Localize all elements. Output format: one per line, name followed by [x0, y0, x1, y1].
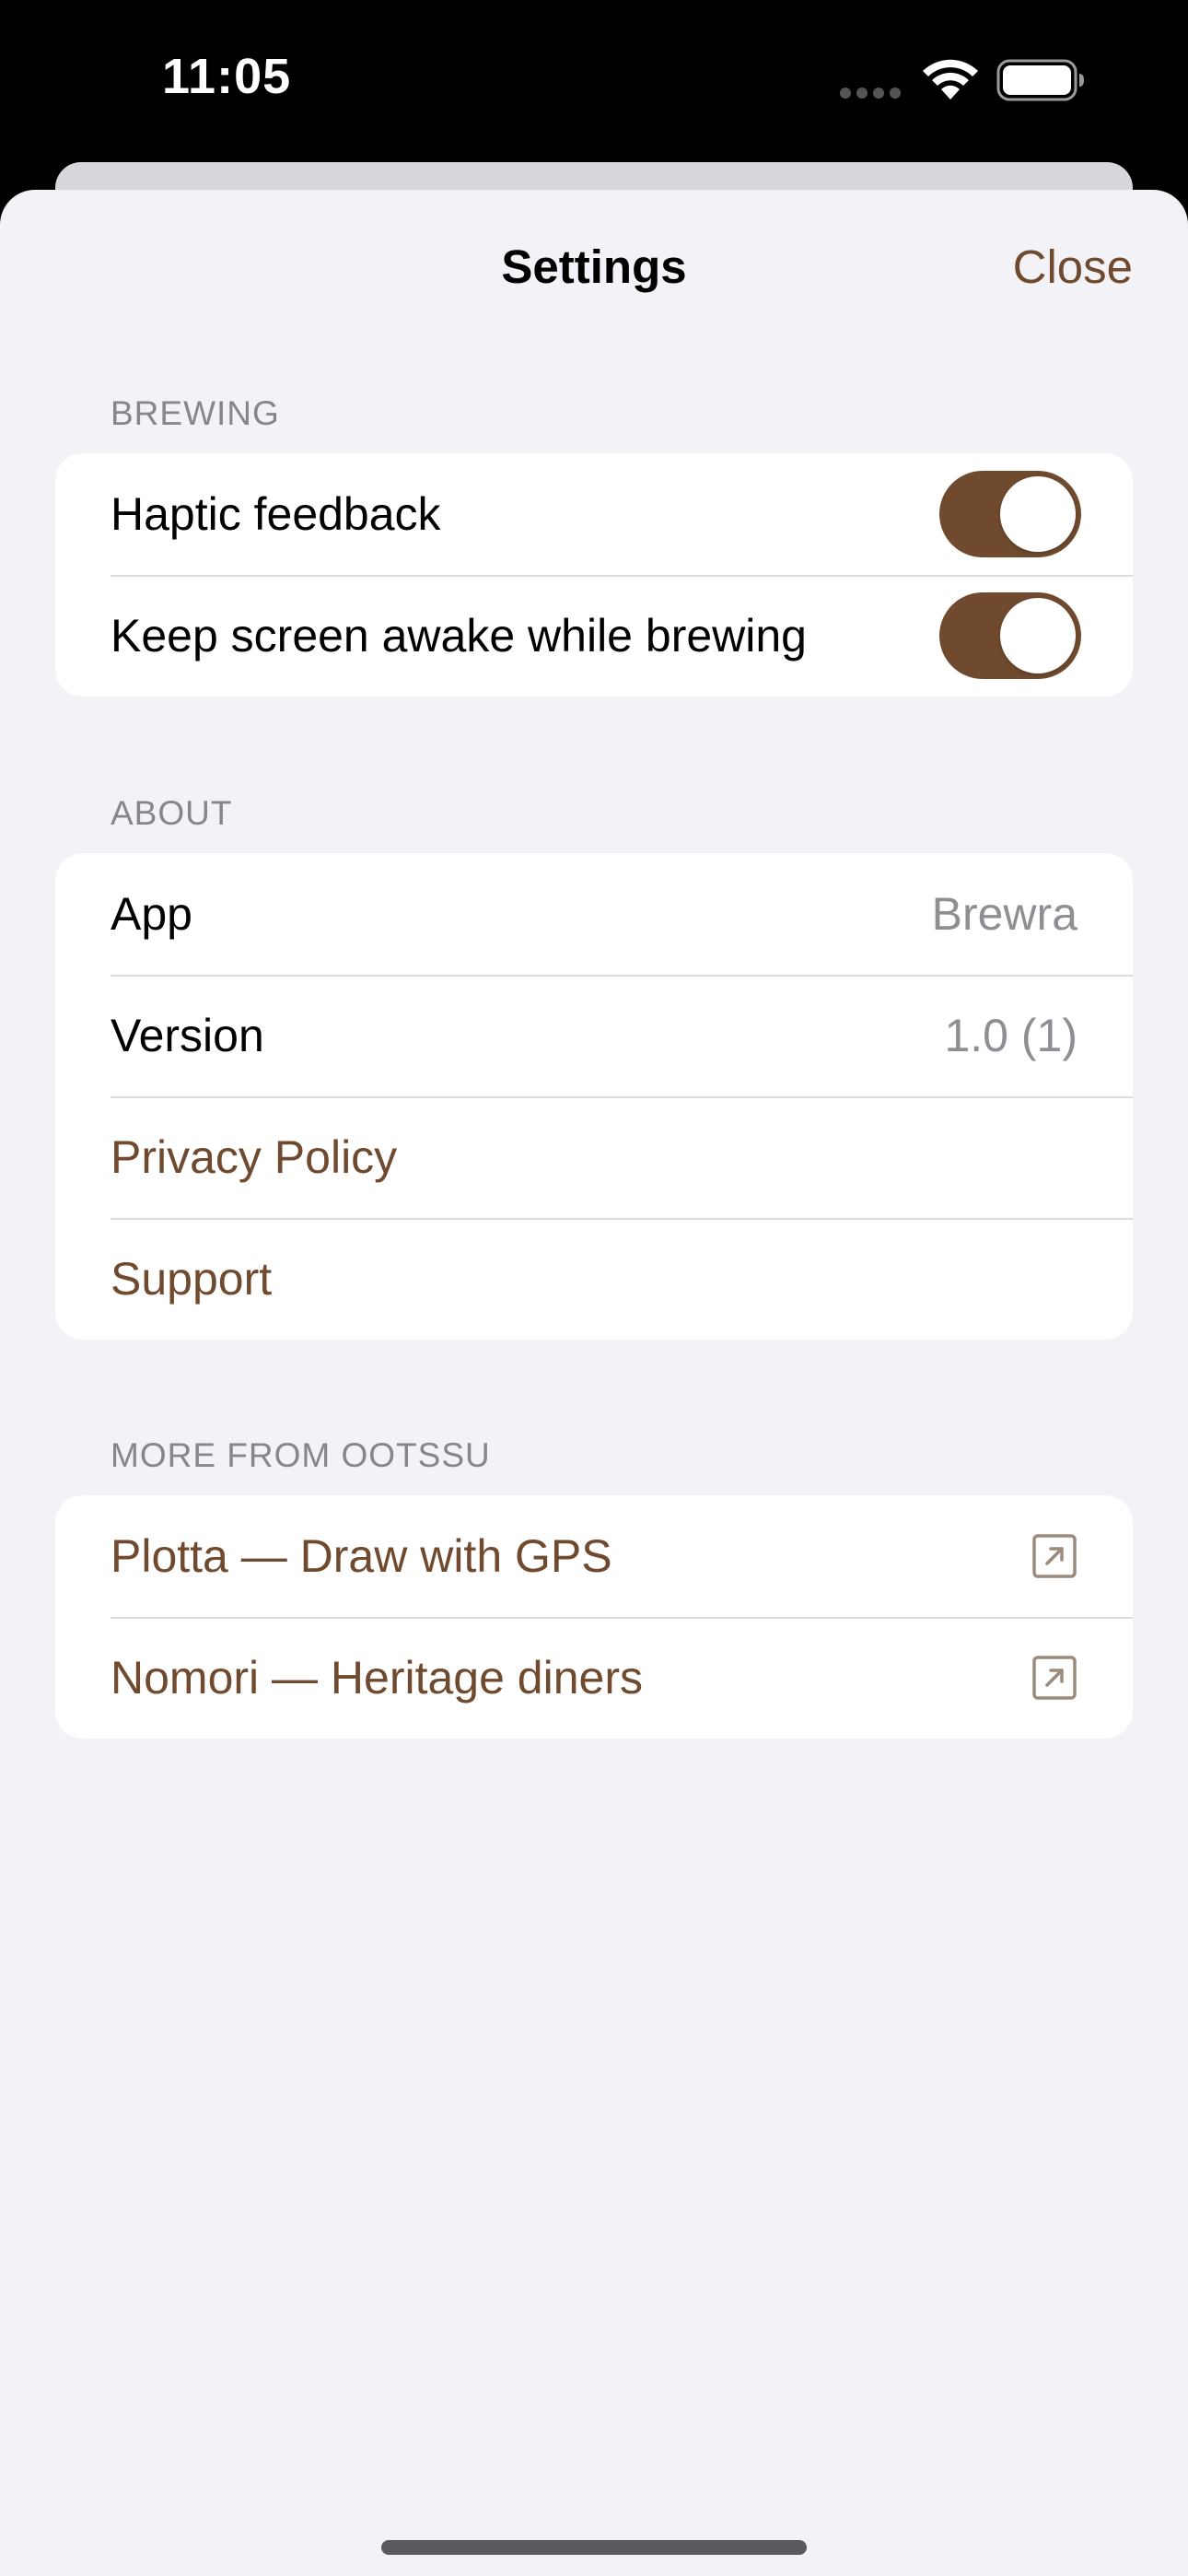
about-group: App Brewra Version 1.0 (1) Privacy Polic…: [55, 853, 1133, 1340]
haptic-feedback-row: Haptic feedback: [55, 453, 1133, 575]
section-header-brewing: BREWING: [111, 394, 280, 432]
toggle-knob: [1000, 598, 1076, 673]
plotta-row[interactable]: Plotta — Draw with GPS: [55, 1495, 1133, 1617]
support-link[interactable]: Support: [111, 1252, 1077, 1306]
toggle-knob: [1000, 476, 1076, 552]
wifi-icon: [923, 59, 978, 100]
section-header-about: ABOUT: [111, 794, 233, 832]
section-header-more: MORE FROM OOTSSU: [111, 1436, 491, 1474]
status-time: 11:05: [162, 49, 292, 104]
haptic-feedback-toggle[interactable]: [939, 471, 1081, 557]
privacy-policy-row[interactable]: Privacy Policy: [55, 1096, 1133, 1218]
screen: 11:05 Settings Close BREWING Haptic feed…: [0, 0, 1188, 2576]
nomori-link[interactable]: Nomori — Heritage diners: [111, 1651, 1031, 1704]
keep-screen-awake-label: Keep screen awake while brewing: [111, 610, 807, 662]
support-row[interactable]: Support: [55, 1218, 1133, 1340]
app-label: App: [111, 888, 192, 940]
external-link-icon: [1032, 1656, 1077, 1700]
brewing-group: Haptic feedback Keep screen awake while …: [55, 453, 1133, 697]
battery-icon: [996, 59, 1084, 101]
plotta-link[interactable]: Plotta — Draw with GPS: [111, 1529, 1031, 1583]
privacy-policy-link[interactable]: Privacy Policy: [111, 1130, 1077, 1184]
version-value: 1.0 (1): [944, 1010, 1077, 1061]
haptic-feedback-label: Haptic feedback: [111, 488, 441, 540]
version-row: Version 1.0 (1): [55, 975, 1133, 1096]
nomori-row[interactable]: Nomori — Heritage diners: [55, 1617, 1133, 1739]
keep-screen-awake-row: Keep screen awake while brewing: [55, 575, 1133, 697]
more-apps-group: Plotta — Draw with GPS Nomori — Heritage…: [55, 1495, 1133, 1739]
page-title: Settings: [501, 240, 687, 293]
signal-dots-icon: [840, 88, 901, 99]
app-row: App Brewra: [55, 853, 1133, 975]
status-bar: 11:05: [0, 0, 1188, 166]
app-value: Brewra: [931, 888, 1077, 940]
keep-screen-awake-toggle[interactable]: [939, 592, 1081, 679]
version-label: Version: [111, 1010, 264, 1061]
close-button[interactable]: Close: [1013, 240, 1133, 294]
home-indicator: [381, 2540, 807, 2555]
external-link-icon: [1032, 1534, 1077, 1578]
settings-sheet: Settings Close BREWING Haptic feedback K…: [0, 190, 1188, 2576]
